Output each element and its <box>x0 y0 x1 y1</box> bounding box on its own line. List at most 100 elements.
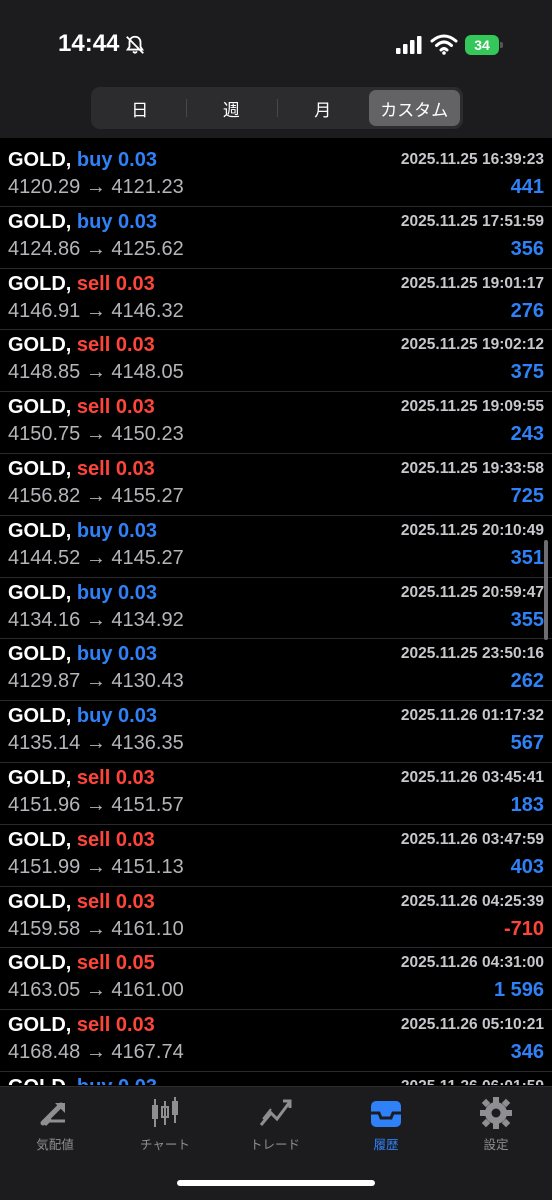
trade-prices: 4159.58 → 4161.10 <box>8 917 184 940</box>
trade-profit: 262 <box>510 670 544 693</box>
trade-row[interactable]: GOLD, sell 0.03 2025.11.25 19:01:17 4146.9… <box>0 269 552 331</box>
tab-label: 気配値 <box>36 1137 74 1152</box>
trade-symbol: GOLD, sell 0.03 <box>8 334 155 357</box>
trade-prices: 4150.75 → 4150.23 <box>8 423 184 446</box>
trade-symbol: GOLD, buy 0.03 <box>8 582 157 605</box>
tab-label: トレード <box>249 1137 300 1152</box>
trade-row[interactable]: GOLD, sell 0.05 2025.11.26 04:31:00 4163.0… <box>0 948 552 1011</box>
trade-symbol: GOLD, sell 0.03 <box>8 458 155 481</box>
trade-symbol: GOLD, sell 0.03 <box>8 767 155 790</box>
trade-date: 2025.11.26 04:25:39 <box>400 892 544 910</box>
trade-side: sell 0.03 <box>76 766 155 789</box>
trade-side: buy 0.03 <box>76 519 157 542</box>
trade-date: 2025.11.25 19:01:17 <box>400 274 544 292</box>
wifi-icon <box>430 34 458 55</box>
symbol-name: GOLD, <box>8 396 72 419</box>
battery-level: 34 <box>474 37 490 53</box>
segment-0[interactable]: 日 <box>94 90 186 126</box>
trade-profit: 276 <box>510 299 544 322</box>
trade-side: sell 0.03 <box>76 1014 155 1037</box>
tab-label: チャート <box>140 1137 190 1152</box>
trade-prices: 4148.85 → 4148.05 <box>8 361 184 384</box>
cellular-signal-icon <box>396 36 422 54</box>
segment-1[interactable]: 週 <box>185 90 278 126</box>
trade-date: 2025.11.25 20:10:49 <box>400 521 544 539</box>
tab-bar: 気配値 チャート トレード 履歴 設定 <box>0 1086 552 1200</box>
trade-side: sell 0.03 <box>76 272 155 295</box>
symbol-name: GOLD, <box>8 705 72 728</box>
trade-side: buy 0.03 <box>76 210 157 233</box>
trade-prices: 4163.05 → 4161.00 <box>8 979 184 1002</box>
trade-row[interactable]: GOLD, sell 0.03 2025.11.26 03:45:41 4151.9… <box>0 763 552 825</box>
trade-symbol: GOLD, buy 0.03 <box>8 211 157 234</box>
trade-date: 2025.11.25 16:39:23 <box>400 151 544 168</box>
trade-date: 2025.11.25 19:02:12 <box>400 336 544 354</box>
trade-icon <box>259 1099 292 1126</box>
trade-symbol: GOLD, buy 0.03 <box>8 643 157 666</box>
trade-row[interactable]: GOLD, sell 0.03 2025.11.25 19:09:55 4150.7… <box>0 392 552 454</box>
tab-trade[interactable]: トレード <box>220 1095 330 1157</box>
tab-settings[interactable]: 設定 <box>441 1095 551 1157</box>
trade-profit: 375 <box>510 361 544 384</box>
trade-side: buy 0.03 <box>76 705 157 728</box>
trade-row[interactable]: GOLD, buy 0.03 2025.11.25 23:50:16 4129.87… <box>0 639 552 702</box>
trade-prices: 4135.14 → 4136.35 <box>8 732 184 755</box>
symbol-name: GOLD, <box>8 890 72 913</box>
trade-prices: 4146.91 → 4146.32 <box>8 299 184 322</box>
trade-profit: 441 <box>510 176 544 198</box>
trade-prices: 4144.52 → 4145.27 <box>8 546 184 569</box>
trade-date: 2025.11.26 01:17:32 <box>400 707 544 725</box>
trade-row[interactable]: GOLD, buy 0.03 2025.11.25 16:39:23 4120.29… <box>0 145 552 207</box>
trade-row[interactable]: GOLD, buy 0.03 2025.11.25 20:59:47 4134.16… <box>0 578 552 640</box>
trade-date: 2025.11.26 05:10:21 <box>400 1016 544 1034</box>
trade-profit: 351 <box>510 546 544 569</box>
symbol-name: GOLD, <box>8 1076 71 1085</box>
trade-side: sell 0.03 <box>76 396 155 419</box>
trade-row[interactable]: GOLD, sell 0.03 2025.11.26 05:10:21 4168.4… <box>0 1010 552 1072</box>
trade-side: sell 0.03 <box>76 334 155 357</box>
tab-quotes[interactable]: 気配値 <box>0 1095 110 1157</box>
trade-row[interactable]: GOLD, buy 0.03 2025.11.26 06:01:59 <box>0 1072 552 1085</box>
trade-side: sell 0.03 <box>76 457 155 480</box>
trade-date: 2025.11.25 17:51:59 <box>400 212 544 230</box>
symbol-name: GOLD, <box>8 334 72 357</box>
trade-prices: 4120.29 → 4121.23 <box>8 176 184 198</box>
trade-row[interactable]: GOLD, buy 0.03 2025.11.25 17:51:59 4124.86… <box>0 207 552 269</box>
quotes-icon <box>40 1102 65 1127</box>
symbol-name: GOLD, <box>8 1014 72 1037</box>
trade-prices: 4168.48 → 4167.74 <box>8 1041 184 1064</box>
symbol-name: GOLD, <box>8 766 72 789</box>
trade-date: 2025.11.25 19:09:55 <box>400 398 544 416</box>
chart-icon <box>152 1097 178 1127</box>
trade-symbol: GOLD, sell 0.03 <box>8 891 155 914</box>
tab-history[interactable]: 履歴 <box>331 1095 441 1157</box>
trade-symbol: GOLD, sell 0.05 <box>8 952 155 975</box>
tab-label: 設定 <box>483 1137 509 1152</box>
status-bar: 14:44 34 <box>0 0 552 90</box>
history-header: 日週月カスタム <box>0 87 552 138</box>
trade-row[interactable]: GOLD, sell 0.03 2025.11.25 19:33:58 4156.8… <box>0 454 552 516</box>
trade-row[interactable]: GOLD, buy 0.03 2025.11.26 01:17:32 4135.14… <box>0 701 552 763</box>
scroll-indicator[interactable] <box>544 540 548 640</box>
trade-prices: 4129.87 → 4130.43 <box>8 670 184 693</box>
trade-row[interactable]: GOLD, buy 0.03 2025.11.25 20:10:49 4144.52… <box>0 516 552 578</box>
tab-chart[interactable]: チャート <box>110 1095 220 1157</box>
segment-3[interactable]: カスタム <box>368 90 460 126</box>
trade-row[interactable]: GOLD, sell 0.03 2025.11.25 19:02:12 4148.8… <box>0 330 552 393</box>
trade-profit: 725 <box>510 484 544 507</box>
trade-row[interactable]: GOLD, sell 0.03 2025.11.26 04:25:39 4159.5… <box>0 887 552 949</box>
home-indicator[interactable] <box>177 1180 375 1186</box>
history-icon <box>371 1101 401 1127</box>
trade-history-list[interactable]: GOLD, buy 0.03 2025.11.25 16:39:23 4120.29… <box>0 145 552 1085</box>
trade-side: buy 0.03 <box>76 581 157 604</box>
trade-side: buy 0.03 <box>77 1076 157 1085</box>
trade-date: 2025.11.25 19:33:58 <box>400 459 544 477</box>
trade-symbol: GOLD, sell 0.03 <box>8 829 155 852</box>
trade-side: sell 0.05 <box>76 952 155 975</box>
trade-row[interactable]: GOLD, sell 0.03 2025.11.26 03:47:59 4151.9… <box>0 825 552 887</box>
status-time: 14:44 <box>58 30 120 57</box>
segment-2[interactable]: 月 <box>277 90 369 126</box>
trade-profit: 243 <box>510 423 544 446</box>
symbol-name: GOLD, <box>8 643 72 666</box>
tab-label: 履歴 <box>373 1137 399 1152</box>
